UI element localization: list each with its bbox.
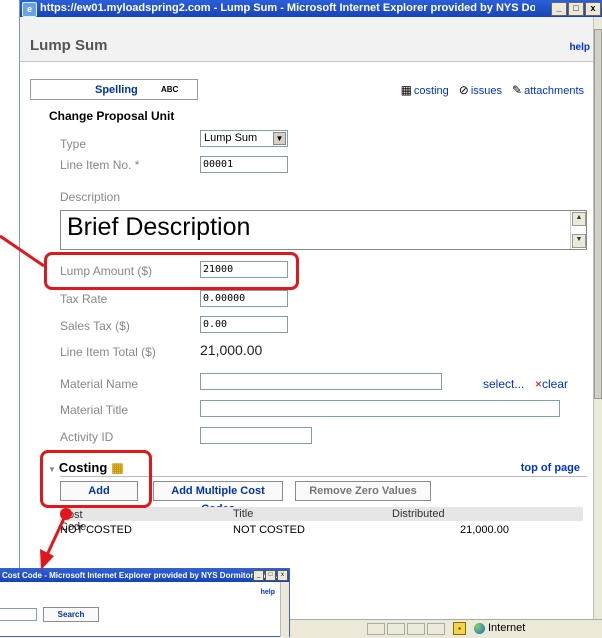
page-content: Lump Sum help Spelling ABC ▦ costing ⊘ iss… — [20, 17, 594, 637]
popup-search-button[interactable]: Search — [43, 607, 99, 622]
page-scrollbar[interactable] — [593, 17, 602, 637]
help-link[interactable]: help — [569, 42, 590, 53]
type-select[interactable]: Lump Sum ▼ — [200, 130, 288, 147]
tax-rate-label: Tax Rate — [60, 292, 108, 306]
costing-section-toggle[interactable]: ▼ Costing ▦ — [48, 460, 124, 476]
status-bar: ▪ Internet — [283, 619, 602, 638]
cell-distributed: 21,000.00 — [460, 524, 509, 536]
clear-x-icon: × — [535, 377, 543, 391]
popup-help-link[interactable]: help — [261, 589, 275, 596]
top-links: ▦ costing ⊘ issues ✎ attachments — [401, 83, 584, 97]
line-total-label: Line Item Total ($) — [60, 345, 156, 359]
sort-asc-icon: ▲ — [60, 509, 68, 518]
scroll-up-icon[interactable]: ▲ — [572, 212, 586, 226]
scrollbar-thumb[interactable] — [594, 29, 602, 399]
description-value: Brief Description — [67, 213, 251, 241]
costing-link[interactable]: ▦ costing — [401, 83, 449, 97]
ie-window: e https://ew01.myloadspring2.com - Lump S… — [19, 0, 602, 637]
spelling-button[interactable]: Spelling ABC — [30, 79, 198, 100]
popup-close-button[interactable]: x — [277, 570, 288, 581]
costing-icon: ▦ — [400, 83, 412, 97]
sales-tax-field[interactable]: 0.00 — [200, 316, 288, 333]
col-title[interactable]: Title — [233, 508, 253, 520]
status-cell — [407, 623, 425, 635]
add-button[interactable]: Add — [60, 481, 138, 501]
attachments-icon: ✎ — [512, 83, 523, 97]
select-link[interactable]: select... — [483, 377, 524, 391]
type-value: Lump Sum — [204, 132, 258, 144]
costing-icon: ▦ — [111, 460, 124, 475]
status-cell — [367, 623, 385, 635]
globe-icon — [474, 622, 485, 634]
expand-triangle-icon: ▼ — [48, 465, 56, 474]
window-titlebar[interactable]: e https://ew01.myloadspring2.com - Lump S… — [20, 0, 602, 17]
popup-maximize-button[interactable]: □ — [265, 570, 276, 581]
remove-zero-values-button[interactable]: Remove Zero Values — [295, 481, 431, 501]
line-item-field[interactable]: 00001 — [200, 156, 288, 173]
issues-link[interactable]: ⊘ issues — [459, 83, 502, 97]
material-title-field[interactable] — [200, 400, 560, 417]
costing-table-header: Cost Code ▲ Title Distributed — [60, 507, 583, 533]
material-name-field[interactable] — [200, 373, 442, 390]
spellcheck-icon: ABC — [161, 85, 179, 94]
activity-id-field[interactable] — [200, 427, 312, 444]
ie-icon: e — [22, 2, 37, 17]
close-button[interactable]: x — [585, 2, 601, 16]
sales-tax-label: Sales Tax ($) — [60, 319, 130, 333]
minimize-button[interactable]: _ — [551, 2, 567, 16]
window-title: https://ew01.myloadspring2.com - Lump Su… — [40, 2, 535, 14]
cell-title: NOT COSTED — [233, 524, 305, 536]
status-cell — [427, 623, 445, 635]
section-title: Change Proposal Unit — [49, 109, 175, 123]
line-item-label: Line Item No. * — [60, 158, 140, 172]
add-multiple-cost-codes-button[interactable]: Add Multiple Cost Codes — [153, 481, 283, 515]
scroll-down-icon[interactable]: ▼ — [572, 234, 586, 248]
page-header: Lump Sum help — [20, 17, 594, 62]
popup-scrollbar[interactable] — [280, 582, 289, 637]
line-total-value: 21,000.00 — [200, 342, 263, 358]
lump-amount-field[interactable]: 21000 — [200, 261, 288, 278]
chevron-down-icon: ▼ — [273, 132, 286, 145]
clear-link[interactable]: ×clear — [535, 377, 568, 391]
lock-icon: ▪ — [453, 622, 466, 635]
maximize-button[interactable]: □ — [568, 2, 584, 16]
popup-titlebar[interactable]: Cost Code - Microsoft Internet Explorer … — [0, 569, 289, 582]
lump-amount-label: Lump Amount ($) — [60, 264, 153, 278]
popup-search-input[interactable] — [0, 608, 37, 621]
textarea-scrollbar[interactable]: ▲ ▼ — [570, 211, 586, 249]
page-title: Lump Sum — [30, 37, 108, 54]
security-zone: Internet — [474, 622, 525, 634]
col-distributed[interactable]: Distributed — [392, 508, 445, 520]
cost-code-popup-window: Cost Code - Microsoft Internet Explorer … — [0, 568, 290, 637]
type-label: Type — [60, 137, 87, 151]
material-name-label: Material Name — [60, 377, 139, 391]
activity-id-label: Activity ID — [60, 430, 114, 444]
status-cell — [387, 623, 405, 635]
attachments-link[interactable]: ✎ attachments — [512, 83, 584, 97]
spelling-label: Spelling — [95, 84, 138, 96]
top-of-page-link[interactable]: top of page — [521, 462, 580, 474]
tax-rate-field[interactable]: 0.00000 — [200, 290, 288, 307]
material-title-label: Material Title — [60, 403, 129, 417]
popup-minimize-button[interactable]: _ — [253, 570, 264, 581]
description-label: Description — [60, 190, 121, 204]
description-textarea[interactable]: Brief Description ▲ ▼ — [60, 210, 587, 250]
issues-icon: ⊘ — [458, 83, 469, 97]
divider — [60, 476, 587, 477]
cell-cost-code: NOT COSTED — [60, 524, 132, 536]
